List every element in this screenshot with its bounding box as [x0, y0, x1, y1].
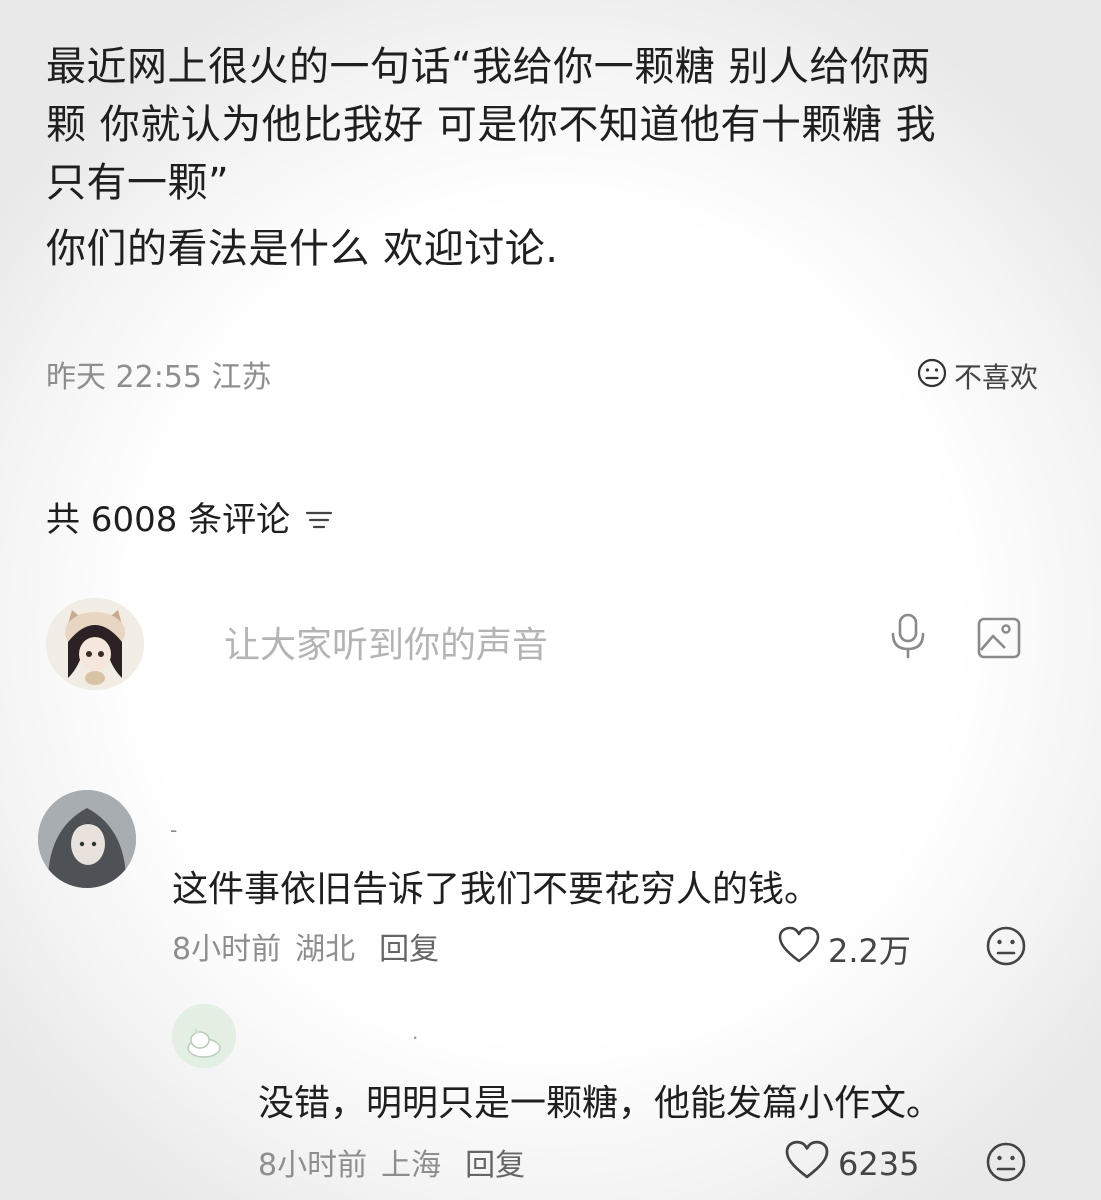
- comment-input[interactable]: 让大家听到你的声音: [224, 616, 548, 668]
- comments-count: 共 6008 条评论: [46, 500, 291, 540]
- heart-outline-icon: [784, 1140, 830, 1188]
- like-count: 2.2万: [828, 932, 911, 970]
- post-question: 你们的看法是什么 欢迎讨论.: [46, 226, 559, 272]
- reply-meta-info: 8小时前 上海 回复: [258, 1140, 539, 1184]
- reply-button[interactable]: 回复: [379, 932, 439, 967]
- reply-text: 没错，明明只是一颗糖，他能发篇小作文。: [258, 1083, 943, 1124]
- commenter-name[interactable]: -: [170, 818, 177, 842]
- reply-time: 8小时前: [258, 1148, 368, 1183]
- reply-meta: 8小时前 上海 回复 6235: [258, 1140, 1032, 1186]
- replier-avatar[interactable]: [172, 1004, 236, 1068]
- comment-location: 湖北: [295, 932, 356, 967]
- neutral-face-icon[interactable]: [984, 924, 1028, 972]
- reply-button[interactable]: 回复: [465, 1148, 525, 1183]
- replier-name[interactable]: ·: [412, 1026, 418, 1050]
- comment-text: 这件事依旧告诉了我们不要花穷人的钱。: [172, 869, 821, 910]
- comments-count-header[interactable]: 共 6008 条评论: [46, 492, 334, 541]
- like-button[interactable]: 2.2万: [778, 926, 911, 972]
- comment-meta: 8小时前 湖北 回复 2.2万: [172, 924, 1032, 970]
- reply-location: 上海: [381, 1148, 442, 1183]
- dislike-button[interactable]: 不喜欢: [916, 356, 1038, 396]
- sort-lines-icon[interactable]: [304, 500, 334, 540]
- post-content: 最近网上很火的一句话“我给你一颗糖 别人给你两 颗 你就认为他比我好 可是你不知…: [46, 38, 1046, 278]
- like-button[interactable]: 6235: [784, 1140, 919, 1188]
- like-count: 6235: [838, 1145, 920, 1183]
- post-text-line: 只有一颗”: [46, 160, 230, 206]
- comment-meta-info: 8小时前 湖北 回复: [172, 924, 453, 968]
- image-icon[interactable]: [976, 616, 1022, 664]
- post-meta: 昨天 22:55 江苏 不喜欢: [46, 352, 1056, 395]
- neutral-face-icon[interactable]: [984, 1140, 1028, 1188]
- post-text-line: 最近网上很火的一句话“我给你一颗糖 别人给你两: [46, 44, 931, 90]
- neutral-face-icon: [916, 357, 948, 396]
- comment-composer: 让大家听到你的声音: [46, 598, 1046, 694]
- comment-time: 8小时前: [172, 932, 282, 967]
- my-avatar[interactable]: [46, 598, 144, 690]
- post-text-line: 颗 你就认为他比我好 可是你不知道他有十颗糖 我: [46, 102, 937, 148]
- dislike-label: 不喜欢: [953, 361, 1038, 394]
- heart-outline-icon: [778, 926, 820, 972]
- microphone-icon[interactable]: [888, 612, 928, 664]
- commenter-avatar[interactable]: [38, 790, 136, 888]
- post-time-location: 昨天 22:55 江苏: [46, 360, 272, 395]
